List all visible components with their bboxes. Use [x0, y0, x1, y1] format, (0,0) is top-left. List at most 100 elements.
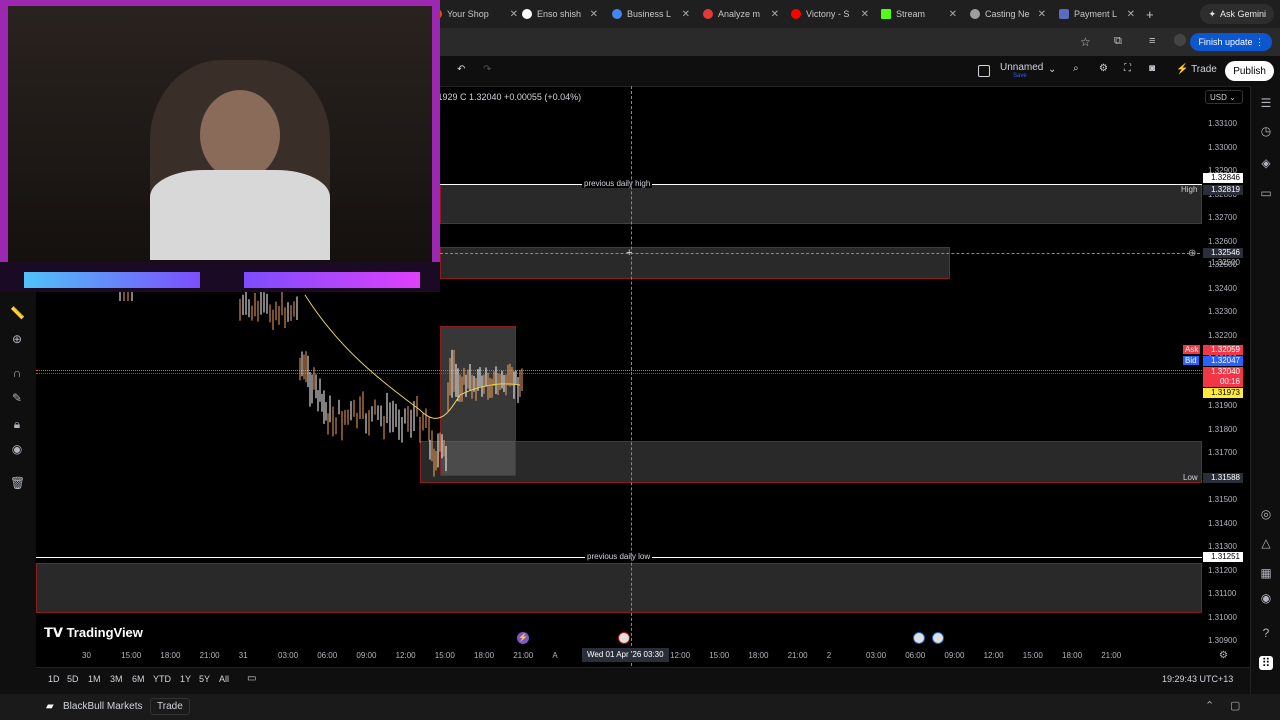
- tradingview-logo[interactable]: 𝗧𝗩 TradingView: [44, 625, 143, 641]
- chevron-up-icon[interactable]: ⌃: [1205, 699, 1214, 712]
- price-label-high: 1.32819: [1203, 185, 1243, 195]
- axis-settings-icon[interactable]: ⚙: [1219, 650, 1228, 661]
- eye-icon[interactable]: ◉: [10, 442, 24, 456]
- time-tick: 06:00: [317, 651, 338, 660]
- price-label-crosshair: 1.32546: [1203, 248, 1243, 258]
- price-label-ask: 1.32059: [1203, 345, 1243, 355]
- time-tick: 09:00: [356, 651, 377, 660]
- crosshair-date-label: Wed 01 Apr '26 03:30: [582, 648, 669, 662]
- broker-name[interactable]: BlackBull Markets: [63, 701, 142, 712]
- price-label-crosshair-2: 1.32500: [1211, 258, 1240, 267]
- apps-grid-icon[interactable]: ⠿: [1259, 656, 1273, 670]
- trash-icon[interactable]: 🗑︎: [10, 476, 25, 490]
- zoom-in-icon[interactable]: ⊕: [10, 332, 24, 346]
- layers-icon[interactable]: ◈: [1259, 156, 1273, 170]
- price-tick: 1.31700: [1208, 448, 1237, 457]
- ideas-icon[interactable]: △: [1259, 536, 1273, 550]
- event-marker-icon[interactable]: ⚡: [517, 632, 529, 644]
- time-tick: 03:00: [278, 651, 299, 660]
- low-tag: Low: [1183, 473, 1198, 482]
- price-tick: 1.32700: [1208, 213, 1237, 222]
- price-tick: 1.32400: [1208, 283, 1237, 293]
- time-tick: 21:00: [199, 651, 220, 660]
- price-tick: 1.30900: [1208, 636, 1237, 645]
- timeframe-button[interactable]: 3M: [110, 674, 123, 684]
- price-tick: 1.31800: [1208, 424, 1237, 434]
- economic-event-flag-icon[interactable]: [618, 632, 630, 644]
- time-tick: 15:00: [121, 651, 142, 660]
- time-tick: 15:00: [709, 651, 730, 660]
- drawing-toolbar: 📏 ⊕ ∩ ✎ 🔒︎ ◉ 🗑︎: [0, 286, 36, 694]
- time-tick: A: [552, 651, 558, 660]
- tv-logo-icon: 𝗧𝗩: [44, 625, 63, 640]
- timeframe-button[interactable]: 1Y: [180, 674, 191, 684]
- time-tick: 2: [826, 651, 832, 660]
- date-range-icon[interactable]: ▭: [247, 673, 256, 684]
- timeframe-button[interactable]: 1D: [48, 674, 60, 684]
- clock[interactable]: 19:29:43 UTC+13: [1162, 674, 1233, 684]
- price-tick: 1.31000: [1208, 612, 1237, 622]
- time-tick: 12:00: [670, 651, 691, 660]
- economic-event-flag-icon[interactable]: [932, 632, 944, 644]
- broker-logo-icon: ▰: [46, 701, 54, 712]
- ruler-icon[interactable]: 📏: [10, 306, 25, 320]
- time-tick: 21:00: [513, 651, 534, 660]
- maximize-icon[interactable]: ▢: [1230, 699, 1240, 712]
- price-label-prev-low: 1.31251: [1203, 552, 1243, 562]
- alerts-clock-icon[interactable]: ◷: [1259, 124, 1273, 138]
- frame-decor-bar: [24, 272, 200, 288]
- time-tick: 21:00: [787, 651, 808, 660]
- right-widget-bar: ☰ ◷ ◈ ▭ ◎ △ ▦ ◉ ? ⠿: [1250, 86, 1280, 694]
- frame-border-top: [0, 0, 440, 6]
- timeframe-button[interactable]: 5D: [67, 674, 79, 684]
- lock-icon[interactable]: 🔒︎: [10, 417, 24, 431]
- calendar-icon[interactable]: ▦: [1259, 566, 1273, 580]
- broker-trade-button[interactable]: Trade: [150, 698, 190, 715]
- pencil-icon[interactable]: ✎: [10, 391, 24, 405]
- time-tick: 15:00: [434, 651, 455, 660]
- frame-border-left: [0, 0, 8, 292]
- tv-brand-label: TradingView: [66, 625, 143, 640]
- time-tick: 12:00: [395, 651, 416, 660]
- target-icon[interactable]: ◎: [1259, 507, 1273, 521]
- price-label-bid: 1.32047: [1203, 356, 1243, 366]
- timeframe-button[interactable]: 5Y: [199, 674, 210, 684]
- price-label-last: 1.32040: [1203, 367, 1243, 377]
- time-tick: 03:00: [866, 651, 887, 660]
- price-tick: 1.33000: [1208, 142, 1237, 152]
- time-tick: 18:00: [474, 651, 495, 660]
- bid-tag: Bid: [1183, 356, 1199, 365]
- price-label-top: 1.32846: [1203, 173, 1243, 183]
- bar-countdown: 00:16: [1203, 377, 1243, 387]
- price-tick: 1.33100: [1208, 119, 1237, 128]
- time-tick: 18:00: [160, 651, 181, 660]
- price-tick: 1.31100: [1208, 589, 1237, 598]
- price-tick: 1.32300: [1208, 307, 1237, 316]
- high-tag: High: [1181, 185, 1198, 194]
- time-tick: 31: [238, 651, 248, 660]
- price-tick: 1.31900: [1208, 401, 1237, 410]
- candles-group: [119, 287, 523, 477]
- price-tick: 1.32600: [1208, 236, 1237, 246]
- timeframe-button[interactable]: YTD: [153, 674, 171, 684]
- time-tick: 09:00: [944, 651, 965, 660]
- notifications-icon[interactable]: ◉: [1259, 591, 1273, 605]
- price-label-low: 1.31588: [1203, 473, 1243, 483]
- price-tick: 1.31300: [1208, 542, 1237, 551]
- timeframe-button[interactable]: All: [219, 674, 229, 684]
- webcam-shirt: [150, 170, 330, 260]
- time-tick: 30: [82, 651, 91, 660]
- frame-border-right: [432, 0, 440, 292]
- time-tick: 12:00: [983, 651, 1004, 660]
- help-icon[interactable]: ?: [1259, 626, 1273, 640]
- chat-icon[interactable]: ▭: [1259, 186, 1273, 200]
- magnet-icon[interactable]: ∩: [10, 366, 24, 380]
- watchlist-icon[interactable]: ☰: [1259, 96, 1273, 110]
- webcam-overlay: [0, 0, 440, 292]
- price-tick: 1.31500: [1208, 495, 1237, 504]
- frame-decor-bar: [244, 272, 420, 288]
- moving-average-line: [304, 294, 521, 419]
- timeframe-button[interactable]: 1M: [88, 674, 101, 684]
- timeframe-button[interactable]: 6M: [132, 674, 145, 684]
- economic-event-flag-icon[interactable]: [913, 632, 925, 644]
